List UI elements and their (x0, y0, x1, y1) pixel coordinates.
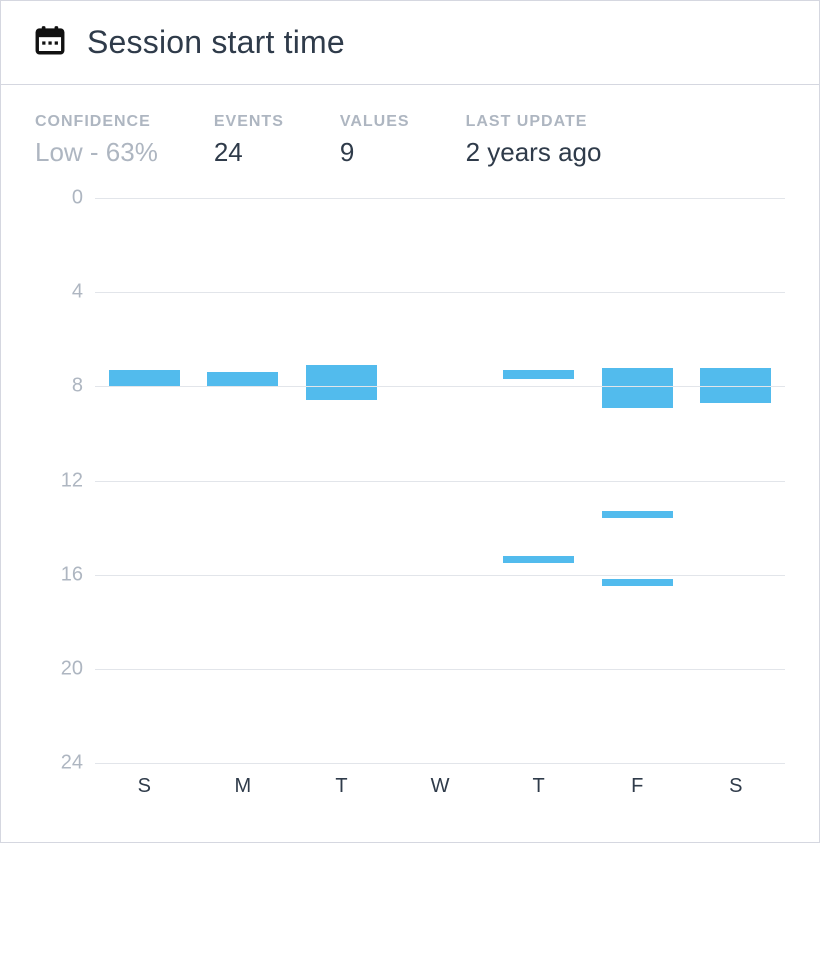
chart-x-label: F (588, 775, 687, 798)
chart-container: 04812162024 SMTWTFS (1, 178, 819, 842)
chart-x-label: T (292, 775, 391, 798)
stat-events: EVENTS 24 (214, 113, 284, 168)
chart: 04812162024 SMTWTFS (95, 198, 785, 798)
stats-row: CONFIDENCE Low - 63% EVENTS 24 VALUES 9 … (1, 85, 819, 178)
calendar-icon (33, 23, 67, 62)
chart-bar (602, 368, 673, 408)
chart-gridline (95, 198, 785, 199)
stat-value: 9 (340, 137, 410, 168)
chart-bar (207, 372, 278, 386)
stat-label: LAST UPDATE (466, 113, 602, 131)
chart-x-label: S (95, 775, 194, 798)
chart-y-tick: 24 (35, 752, 83, 775)
chart-gridline (95, 386, 785, 387)
chart-bar (503, 370, 574, 379)
chart-gridline (95, 763, 785, 764)
chart-bar (602, 579, 673, 586)
chart-x-label: S (686, 775, 785, 798)
stat-label: EVENTS (214, 113, 284, 131)
stat-value: Low - 63% (35, 137, 158, 168)
stat-confidence: CONFIDENCE Low - 63% (35, 113, 158, 168)
chart-y-tick: 16 (35, 563, 83, 586)
chart-x-label: M (194, 775, 293, 798)
chart-bar (503, 556, 574, 563)
stat-values: VALUES 9 (340, 113, 410, 168)
stat-value: 24 (214, 137, 284, 168)
chart-gridline (95, 292, 785, 293)
chart-gridline (95, 575, 785, 576)
stat-last-update: LAST UPDATE 2 years ago (466, 113, 602, 168)
chart-y-tick: 4 (35, 281, 83, 304)
chart-y-tick: 8 (35, 375, 83, 398)
card-title: Session start time (87, 24, 345, 61)
chart-y-tick: 0 (35, 187, 83, 210)
stat-value: 2 years ago (466, 137, 602, 168)
stat-label: CONFIDENCE (35, 113, 158, 131)
chart-y-tick: 20 (35, 657, 83, 680)
chart-plot-area: 04812162024 (95, 198, 785, 763)
chart-bar (700, 368, 771, 403)
card-header: Session start time (1, 1, 819, 85)
chart-bar (306, 365, 377, 400)
chart-x-label: T (489, 775, 588, 798)
chart-gridline (95, 669, 785, 670)
stat-label: VALUES (340, 113, 410, 131)
chart-x-label: W (391, 775, 490, 798)
chart-bar (602, 511, 673, 518)
session-card: Session start time CONFIDENCE Low - 63% … (0, 0, 820, 843)
chart-bar (109, 370, 180, 386)
chart-x-axis: SMTWTFS (95, 775, 785, 798)
chart-gridline (95, 481, 785, 482)
chart-y-tick: 12 (35, 469, 83, 492)
